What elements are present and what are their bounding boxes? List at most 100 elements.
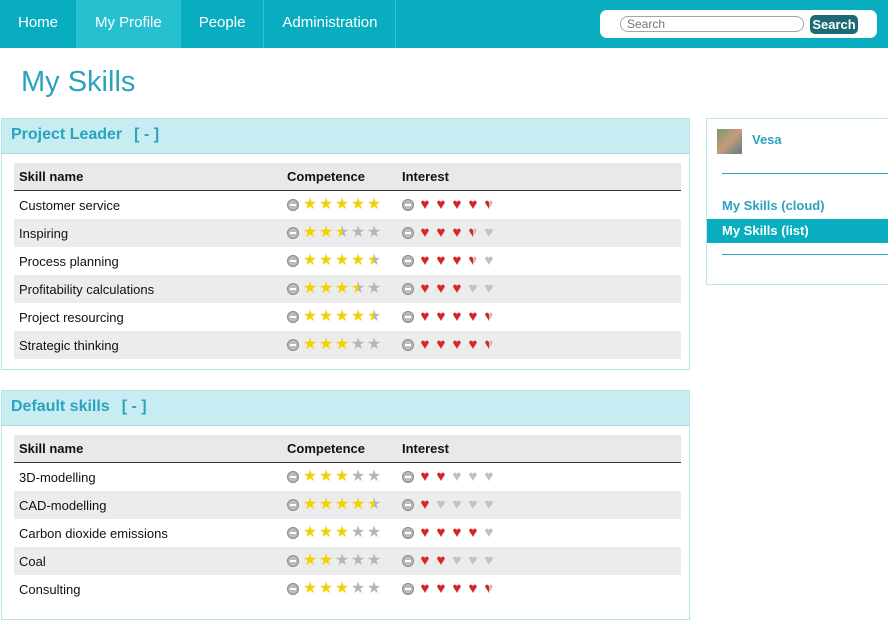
star-icon[interactable]: ★ [318, 581, 334, 597]
star-icon[interactable]: ★ [302, 581, 318, 597]
star-icon[interactable]: ★ [334, 337, 350, 353]
star-icon[interactable]: ★ [334, 253, 350, 269]
heart-icon[interactable]: ♥ [433, 497, 449, 513]
star-icon[interactable]: ★ [350, 581, 366, 597]
avatar[interactable] [717, 129, 742, 154]
clear-rating-icon[interactable] [402, 311, 414, 323]
clear-rating-icon[interactable] [402, 283, 414, 295]
heart-icon[interactable]: ♥ [481, 281, 497, 297]
clear-rating-icon[interactable] [402, 555, 414, 567]
heart-icon[interactable]: ♥ [433, 337, 449, 353]
heart-icon[interactable]: ♥ [481, 197, 497, 213]
heart-icon[interactable]: ♥ [449, 281, 465, 297]
user-name-link[interactable]: Vesa [752, 132, 782, 147]
heart-icon[interactable]: ♥ [465, 581, 481, 597]
star-icon[interactable]: ★ [366, 553, 382, 569]
star-icon[interactable]: ★ [302, 281, 318, 297]
heart-icon[interactable]: ♥ [417, 225, 433, 241]
clear-rating-icon[interactable] [287, 555, 299, 567]
heart-icon[interactable]: ♥ [417, 337, 433, 353]
star-icon[interactable]: ★ [350, 225, 366, 241]
heart-icon[interactable]: ♥ [449, 525, 465, 541]
search-input[interactable] [620, 16, 804, 32]
star-icon[interactable]: ★ [318, 225, 334, 241]
heart-icon[interactable]: ♥ [465, 281, 481, 297]
heart-icon[interactable]: ♥ [481, 581, 497, 597]
heart-icon[interactable]: ♥ [481, 253, 497, 269]
star-icon[interactable]: ★ [302, 525, 318, 541]
heart-icon[interactable]: ♥ [465, 525, 481, 541]
heart-icon[interactable]: ♥ [417, 309, 433, 325]
heart-icon[interactable]: ♥ [417, 253, 433, 269]
star-icon[interactable]: ★ [302, 337, 318, 353]
heart-icon[interactable]: ♥ [433, 197, 449, 213]
star-icon[interactable]: ★ [366, 253, 382, 269]
star-icon[interactable]: ★ [302, 225, 318, 241]
heart-icon[interactable]: ♥ [449, 253, 465, 269]
heart-icon[interactable]: ♥ [481, 525, 497, 541]
heart-icon[interactable]: ♥ [433, 525, 449, 541]
star-icon[interactable]: ★ [334, 497, 350, 513]
clear-rating-icon[interactable] [402, 255, 414, 267]
heart-icon[interactable]: ♥ [417, 197, 433, 213]
star-icon[interactable]: ★ [302, 497, 318, 513]
heart-icon[interactable]: ♥ [465, 309, 481, 325]
star-icon[interactable]: ★ [350, 525, 366, 541]
clear-rating-icon[interactable] [287, 471, 299, 483]
star-icon[interactable]: ★ [334, 225, 350, 241]
clear-rating-icon[interactable] [287, 227, 299, 239]
star-icon[interactable]: ★ [318, 469, 334, 485]
heart-icon[interactable]: ♥ [465, 225, 481, 241]
sidebar-link-my-skills-cloud[interactable]: My Skills (cloud) [707, 194, 888, 218]
star-icon[interactable]: ★ [318, 197, 334, 213]
clear-rating-icon[interactable] [402, 583, 414, 595]
heart-icon[interactable]: ♥ [449, 225, 465, 241]
heart-icon[interactable]: ♥ [449, 197, 465, 213]
heart-icon[interactable]: ♥ [417, 581, 433, 597]
star-icon[interactable]: ★ [302, 253, 318, 269]
clear-rating-icon[interactable] [287, 339, 299, 351]
star-icon[interactable]: ★ [334, 553, 350, 569]
star-icon[interactable]: ★ [334, 309, 350, 325]
sidebar-link-my-skills-list[interactable]: My Skills (list) [707, 219, 888, 243]
collapse-toggle[interactable]: [ - ] [122, 398, 147, 415]
star-icon[interactable]: ★ [302, 469, 318, 485]
heart-icon[interactable]: ♥ [417, 469, 433, 485]
star-icon[interactable]: ★ [302, 309, 318, 325]
nav-my-profile[interactable]: My Profile [77, 0, 181, 48]
star-icon[interactable]: ★ [366, 281, 382, 297]
heart-icon[interactable]: ♥ [417, 525, 433, 541]
clear-rating-icon[interactable] [402, 499, 414, 511]
star-icon[interactable]: ★ [350, 337, 366, 353]
heart-icon[interactable]: ♥ [465, 497, 481, 513]
collapse-toggle[interactable]: [ - ] [134, 126, 159, 143]
heart-icon[interactable]: ♥ [481, 497, 497, 513]
star-icon[interactable]: ★ [334, 581, 350, 597]
star-icon[interactable]: ★ [350, 469, 366, 485]
clear-rating-icon[interactable] [402, 199, 414, 211]
heart-icon[interactable]: ♥ [433, 309, 449, 325]
heart-icon[interactable]: ♥ [417, 497, 433, 513]
heart-icon[interactable]: ♥ [417, 553, 433, 569]
clear-rating-icon[interactable] [402, 527, 414, 539]
star-icon[interactable]: ★ [350, 253, 366, 269]
heart-icon[interactable]: ♥ [449, 469, 465, 485]
clear-rating-icon[interactable] [287, 527, 299, 539]
star-icon[interactable]: ★ [366, 225, 382, 241]
star-icon[interactable]: ★ [366, 469, 382, 485]
star-icon[interactable]: ★ [302, 197, 318, 213]
clear-rating-icon[interactable] [287, 199, 299, 211]
star-icon[interactable]: ★ [318, 525, 334, 541]
heart-icon[interactable]: ♥ [433, 469, 449, 485]
heart-icon[interactable]: ♥ [481, 553, 497, 569]
star-icon[interactable]: ★ [318, 497, 334, 513]
heart-icon[interactable]: ♥ [449, 337, 465, 353]
star-icon[interactable]: ★ [334, 197, 350, 213]
nav-administration[interactable]: Administration [264, 0, 397, 48]
heart-icon[interactable]: ♥ [481, 225, 497, 241]
clear-rating-icon[interactable] [287, 583, 299, 595]
star-icon[interactable]: ★ [350, 497, 366, 513]
star-icon[interactable]: ★ [366, 197, 382, 213]
star-icon[interactable]: ★ [350, 197, 366, 213]
star-icon[interactable]: ★ [366, 337, 382, 353]
